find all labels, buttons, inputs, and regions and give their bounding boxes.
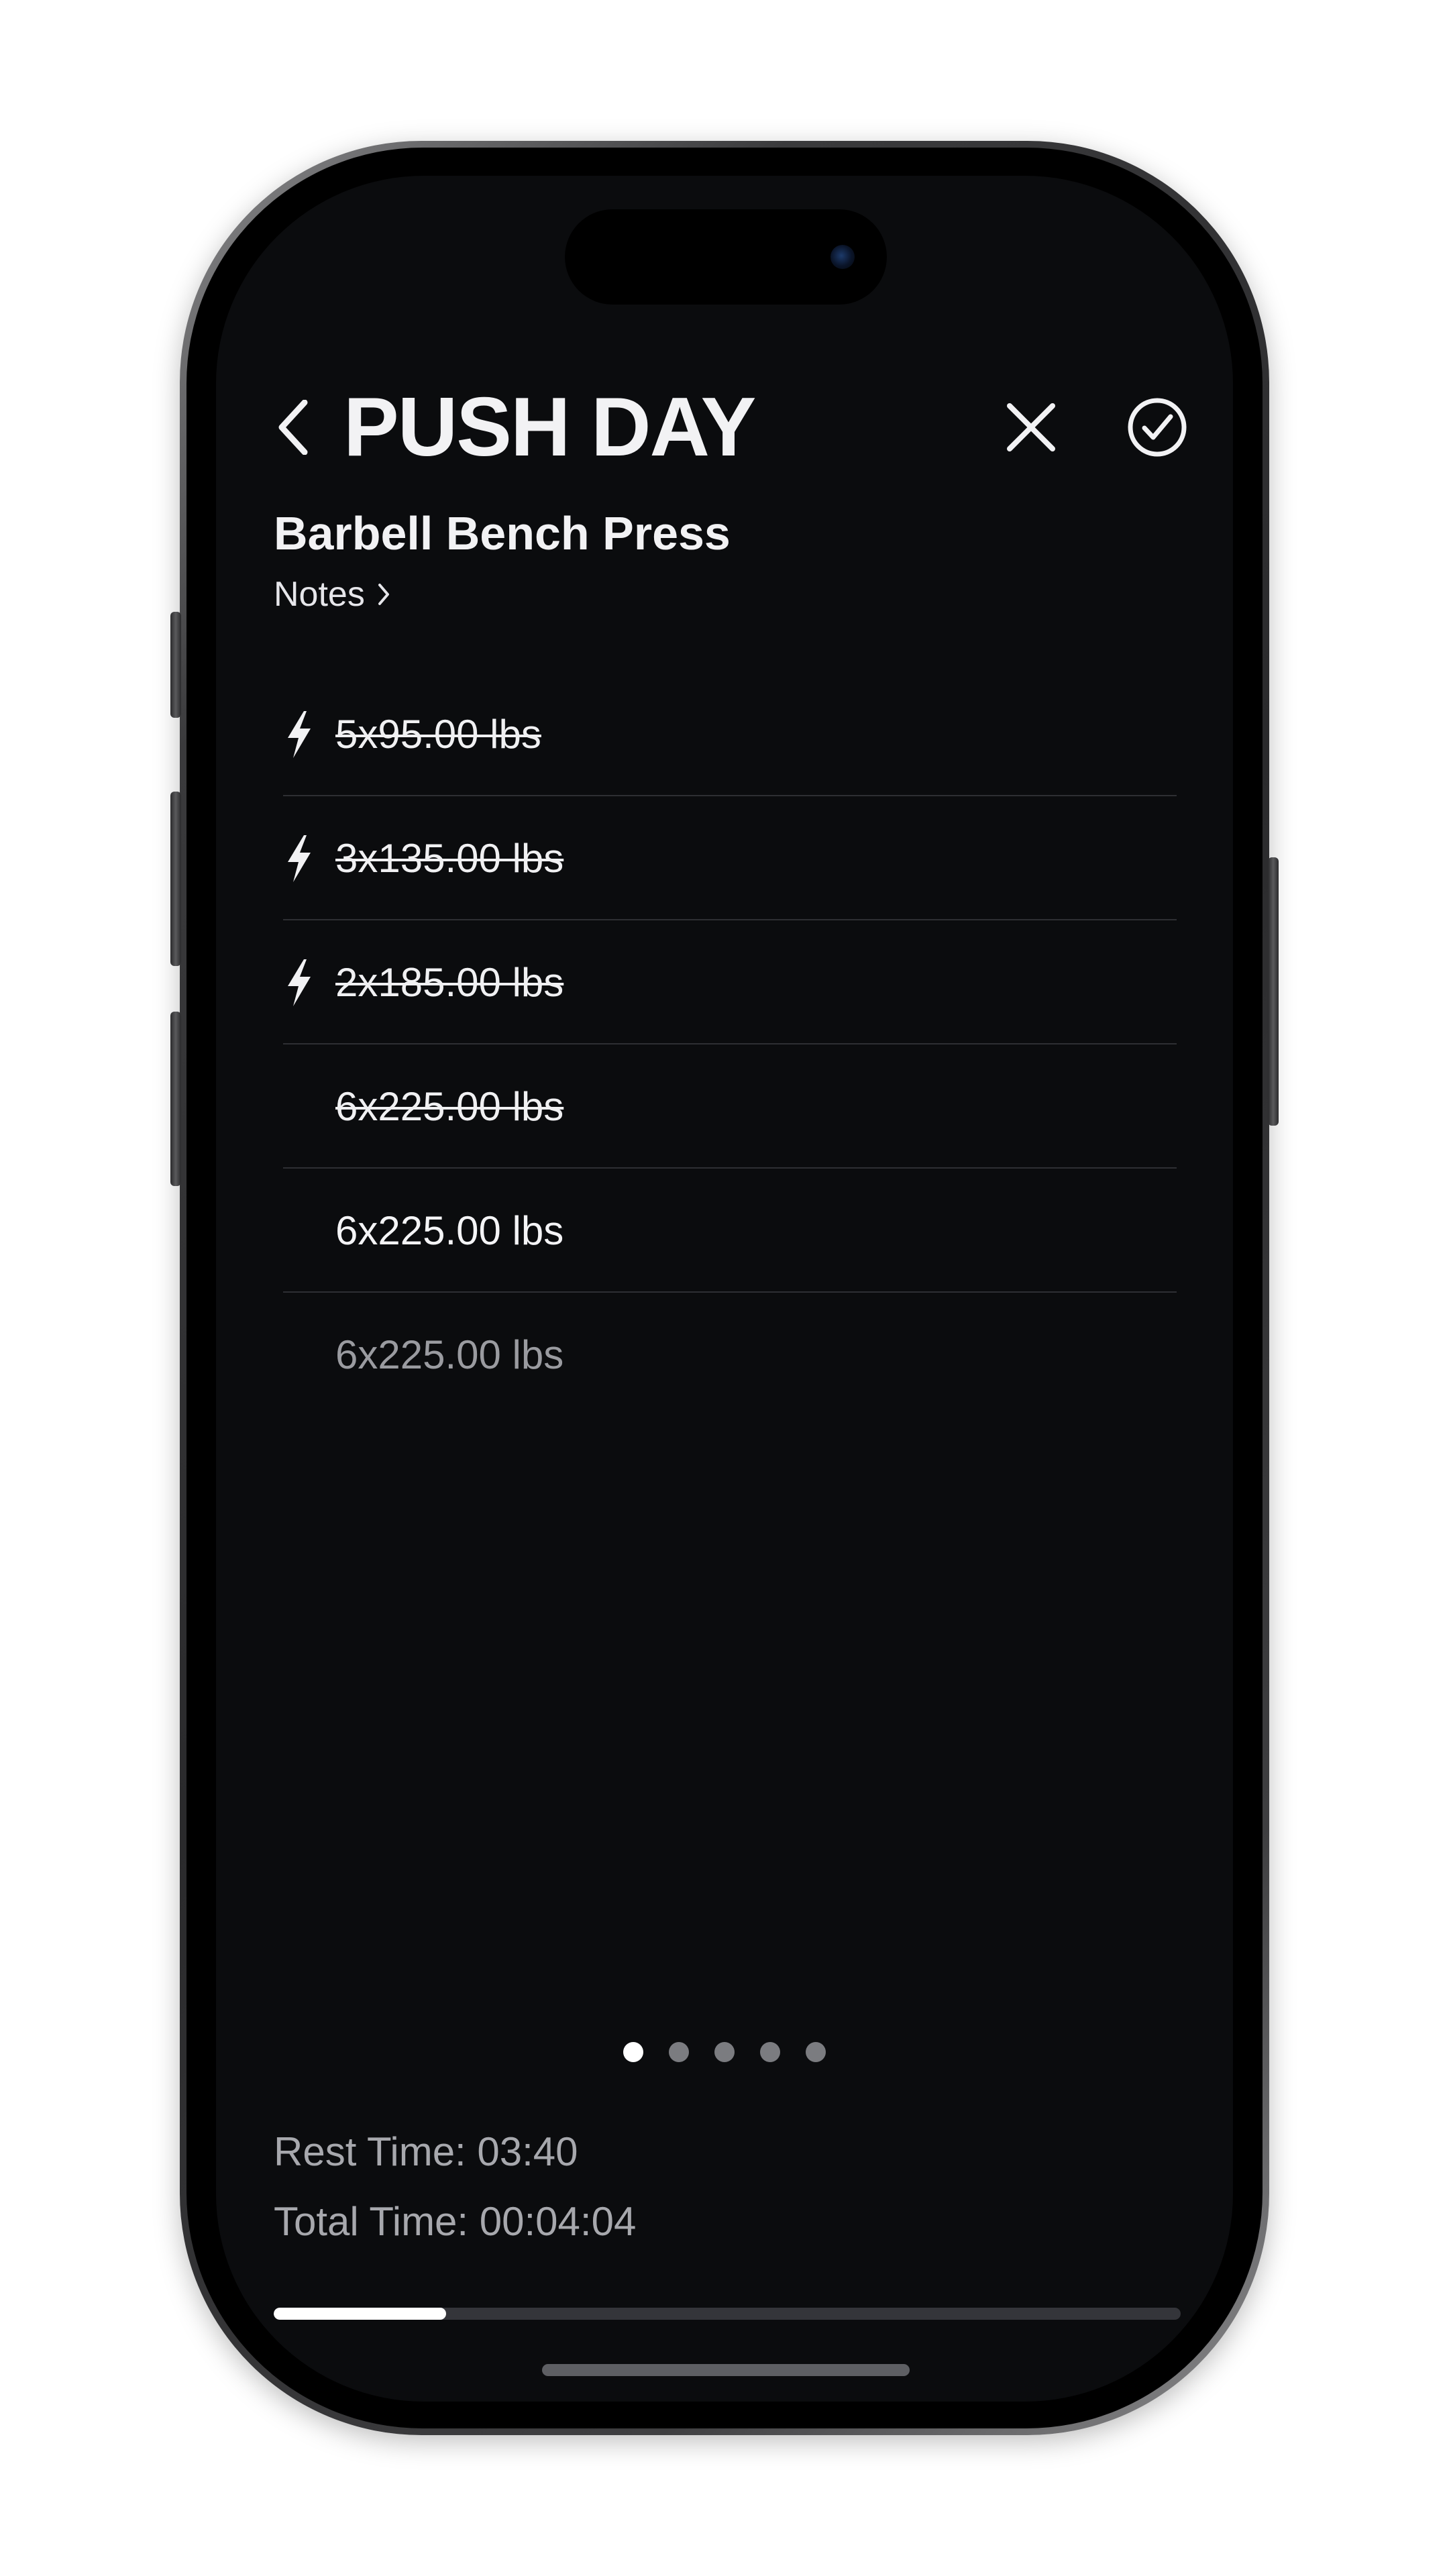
set-row[interactable]: 6x225.00 lbs	[274, 1169, 1177, 1293]
volume-down-button	[170, 1012, 181, 1186]
volume-up-button	[170, 792, 181, 966]
close-icon	[1007, 403, 1055, 451]
camera-icon	[830, 245, 855, 269]
home-indicator[interactable]	[542, 2364, 910, 2376]
set-row[interactable]: 6x225.00 lbs	[274, 1293, 1177, 1417]
back-button[interactable]	[270, 390, 317, 464]
set-row[interactable]: 2x185.00 lbs	[274, 920, 1177, 1044]
total-timer: Total Time: 00:04:04	[274, 2199, 637, 2244]
warmup-bolt-icon	[279, 956, 319, 1010]
set-list: 5x95.00 lbs 3x135.00 lbs 2x185.00 lbs 6x225…	[274, 672, 1177, 1417]
finish-workout-button[interactable]	[1120, 390, 1194, 464]
set-label: 3x135.00 lbs	[335, 835, 564, 881]
page-dot[interactable]	[806, 2042, 826, 2062]
dynamic-island	[565, 209, 887, 305]
set-label: 5x95.00 lbs	[335, 711, 541, 757]
set-label: 6x225.00 lbs	[335, 1083, 564, 1129]
set-label: 2x185.00 lbs	[335, 959, 564, 1005]
action-button	[170, 612, 181, 718]
exercise-name: Barbell Bench Press	[274, 507, 731, 559]
chevron-right-icon	[377, 582, 390, 606]
rest-progress-bar	[274, 2308, 1181, 2320]
page-indicator[interactable]	[216, 2042, 1233, 2062]
page-dot[interactable]	[714, 2042, 735, 2062]
power-button	[1268, 857, 1279, 1126]
set-row[interactable]: 5x95.00 lbs	[274, 672, 1177, 796]
page-dot[interactable]	[760, 2042, 780, 2062]
set-label: 6x225.00 lbs	[335, 1208, 564, 1253]
page-dot[interactable]	[669, 2042, 689, 2062]
discard-workout-button[interactable]	[994, 390, 1068, 464]
app-screen: PUSH DAY Barbell Bench Press Notes 5x95.…	[216, 176, 1233, 2402]
warmup-bolt-icon	[279, 708, 319, 761]
checkmark-circle-icon	[1128, 398, 1187, 457]
rest-timer: Rest Time: 03:40	[274, 2129, 578, 2174]
page-dot[interactable]	[623, 2042, 643, 2062]
notes-label: Notes	[274, 575, 365, 614]
set-row[interactable]: 3x135.00 lbs	[274, 796, 1177, 920]
chevron-left-icon	[278, 400, 308, 455]
notes-link[interactable]: Notes	[274, 568, 390, 621]
set-row[interactable]: 6x225.00 lbs	[274, 1044, 1177, 1169]
warmup-bolt-icon	[279, 832, 319, 885]
rest-progress-fill	[274, 2308, 446, 2320]
set-label: 6x225.00 lbs	[335, 1332, 564, 1377]
page-title: PUSH DAY	[343, 381, 756, 474]
